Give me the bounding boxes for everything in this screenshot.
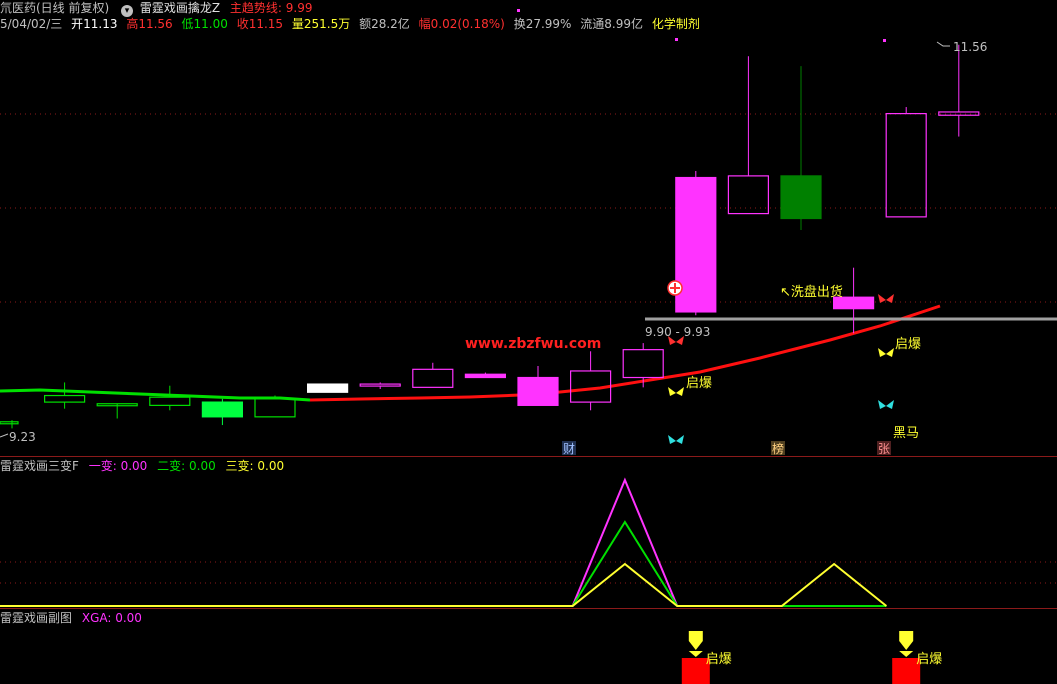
wash-out-label: ↖洗盘出货 [780,284,843,300]
sub-panel-2-header: 雷霆戏画副图 XGA: 0.00 [0,610,142,626]
candlestick [307,383,349,393]
indicator-name[interactable]: 雷霆戏画擒龙Z [140,1,220,15]
stock-chart[interactable]: 11.56 9.23 9.90 - 9.93 www.zbzfwu.com ↖洗盘出货启… [0,0,1057,684]
open-label: 开11.13 [71,17,118,31]
candlestick [675,170,717,316]
signal-arrow-body [688,631,703,641]
change-label: 幅0.02(0.18%) [418,17,505,31]
low-label: 低11.00 [181,17,228,31]
tag-zhang: 张 [878,442,890,456]
trend-line-label: 主趋势线: 9.99 [229,1,313,15]
amount-label: 额28.2亿 [359,17,410,31]
sub-panel-1-header: 雷霆戏画三变F 一变: 0.00 二变: 0.00 三变: 0.00 [0,458,284,474]
legend-change-1: 一变: 0.00 [88,459,148,473]
header-row-1: 氘医药(日线 前复权) ▾ 雷霆戏画擒龙Z 主趋势线: 9.99 [0,0,312,17]
header-row-2: 5/04/02/三 开11.13 高11.56 低11.00 收11.15 量2… [0,16,700,32]
legend-xga: XGA: 0.00 [81,611,142,625]
breakout-label-2: 启爆 [895,337,921,352]
legend-change-2: 二变: 0.00 [157,459,216,473]
date-label: 5/04/02/三 [0,17,63,31]
low-price-label: 9.23 [9,430,36,444]
candle-body [675,176,717,313]
candle-body [307,383,349,393]
stock-label: 氘医药(日线 前复权) [0,1,110,15]
tag-cai: 财 [563,442,575,456]
dark-horse-label: 黑马 [893,426,919,441]
candle-body [201,401,243,418]
sub-panel-2-title: 雷霆戏画副图 [0,611,73,625]
signal-arrow-body [899,631,914,641]
high-price-label: 11.56 [953,40,987,54]
float-label: 流通8.99亿 [580,17,644,31]
legend-change-3: 三变: 0.00 [225,459,285,473]
high-label: 高11.56 [126,17,173,31]
close-label: 收11.15 [236,17,284,31]
marker-dot [883,39,886,42]
tag-bang: 榜 [772,441,784,456]
candle-body [464,373,506,379]
watermark-text: www.zbzfwu.com [465,336,601,352]
range-label: 9.90 - 9.93 [645,325,710,339]
volume-label: 量251.5万 [291,17,351,31]
signal-label: 启爆 [916,652,942,667]
turnover-label: 换27.99% [513,17,572,31]
marker-dot [517,9,520,12]
candle-body [517,376,559,406]
breakout-label-1: 启爆 [686,376,712,391]
sub-panel-1-title: 雷霆戏画三变F [0,459,79,473]
sector-label: 化学制剂 [651,17,700,31]
signal-label: 启爆 [706,652,732,667]
candle-body [780,175,822,220]
marker-dot [675,38,678,41]
